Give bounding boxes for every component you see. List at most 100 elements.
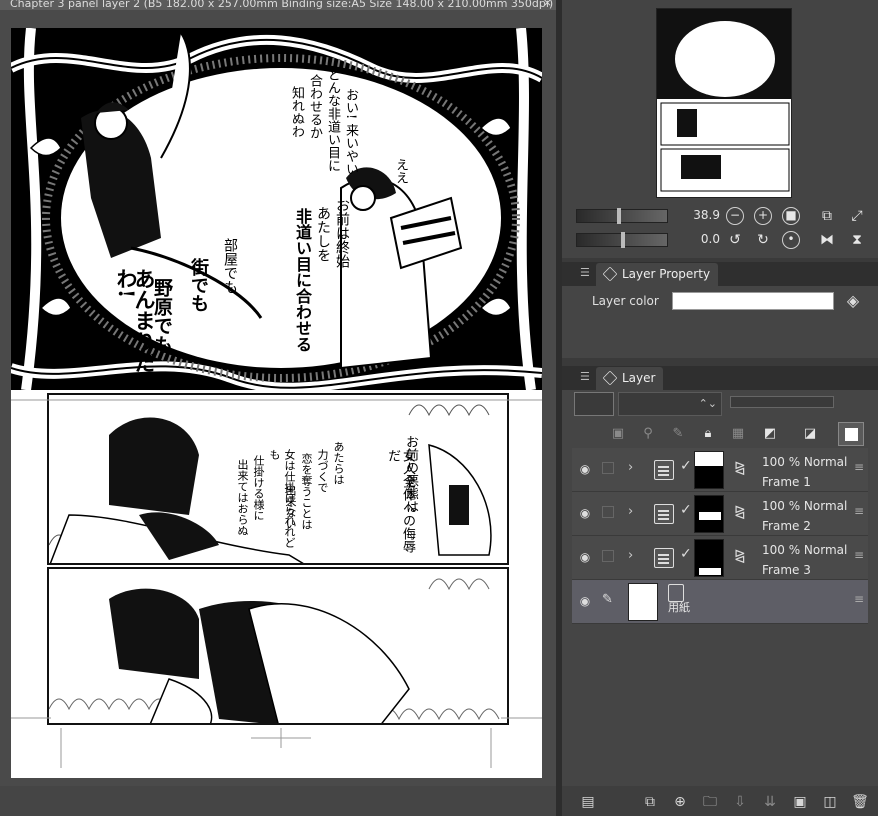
eye-icon[interactable]: ◉	[576, 594, 594, 608]
tab-layer-property[interactable]: Layer Property	[596, 263, 719, 286]
eye-icon[interactable]: ◉	[576, 462, 594, 476]
rotate-left-icon[interactable]: ↺	[726, 231, 744, 249]
new-raster-layer-icon[interactable]: ⧉	[640, 792, 660, 812]
draft-layer-icon[interactable]: ✎	[668, 424, 688, 444]
zoom-out-icon[interactable]: −	[726, 207, 744, 225]
zoom-row: 38.9 − + ■ ⧉ ⤢	[576, 206, 876, 226]
drag-handle-icon[interactable]: ≡	[854, 504, 864, 518]
flip-vertical-icon[interactable]: ⧗	[848, 231, 866, 249]
trim-marks	[11, 399, 542, 768]
menu-grip-icon[interactable]: ☰	[580, 266, 590, 279]
color-fill-icon[interactable]: ◈	[844, 292, 862, 310]
lock-toggle[interactable]	[602, 550, 614, 562]
layer-color-label: Layer color	[592, 294, 659, 308]
layer-thumbnail	[694, 539, 724, 577]
document-title: Chapter 3 panel layer 2 (B5 182.00 x 257…	[10, 0, 554, 10]
layer-row-frame-1[interactable]: ◉ › ✓ ⧎ 100 % Normal Frame 1 ≡	[572, 448, 868, 492]
manga-page[interactable]: ええ お前は終始 あたしを 非道い目に合わせる おい! 来いやい どんな非道い目…	[11, 28, 542, 778]
zoom-slider[interactable]	[576, 208, 668, 224]
tab-layer[interactable]: Layer	[596, 367, 664, 390]
layer-info: 100 % Normal Frame 2	[762, 496, 847, 536]
chevron-right-icon[interactable]: ›	[628, 548, 633, 563]
layer-name: Frame 1	[762, 475, 811, 489]
transfer-down-icon[interactable]: ⇩	[730, 792, 750, 812]
fit-icon[interactable]: ■	[782, 207, 800, 225]
trash-icon[interactable]: 🗑︎	[850, 792, 870, 812]
rotate-value[interactable]: 0.0	[676, 232, 720, 246]
new-vector-layer-icon[interactable]: ⊕	[670, 792, 690, 812]
mask-enable-icon[interactable]: ◩	[760, 424, 780, 444]
layer-color-swatch[interactable]	[672, 292, 834, 310]
opacity-slider[interactable]	[730, 396, 834, 408]
menu-grip-icon[interactable]: ☰	[580, 370, 590, 383]
navigator-preview[interactable]	[656, 8, 792, 198]
expression-color-box[interactable]	[574, 392, 614, 416]
reference-layer-icon[interactable]: ⚲	[638, 424, 658, 444]
layer-panel-header: ☰ Layer	[562, 366, 878, 390]
zoom-in-icon[interactable]: +	[754, 207, 772, 225]
eye-icon[interactable]: ◉	[576, 506, 594, 520]
layers-icon	[602, 266, 618, 282]
reset-rotation-icon[interactable]: •	[782, 231, 800, 249]
mask-icon: ⧎	[734, 504, 746, 520]
layer-opacity-mode: 100 % Normal	[762, 543, 848, 557]
eye-icon[interactable]: ◉	[576, 550, 594, 564]
new-folder-icon[interactable]: 🗀︎	[700, 792, 720, 812]
layer-panel: ☰ Layer ⌃⌄ ▣ ⚲ ✎ 🔒︎ ▦ ◩ ◪ ◉ › ✓ ⧎ 100 % …	[562, 366, 878, 816]
lock-toggle[interactable]	[602, 462, 614, 474]
lock-icon[interactable]: 🔒︎	[698, 424, 718, 444]
layer-row-paper[interactable]: ◉ ✎ 用紙 ≡	[572, 580, 868, 624]
layer-list: ◉ › ✓ ⧎ 100 % Normal Frame 1 ≡ ◉ › ✓ ⧎ 1…	[562, 448, 878, 624]
layer-row-frame-3[interactable]: ◉ › ✓ ⧎ 100 % Normal Frame 3 ≡	[572, 536, 868, 580]
layer-color-toggle[interactable]	[838, 422, 864, 446]
fit-width-icon[interactable]: ⤢	[848, 207, 866, 225]
drag-handle-icon[interactable]: ≡	[854, 548, 864, 562]
document-tab[interactable]: Chapter 3 panel layer 2 (B5 182.00 x 257…	[0, 0, 556, 10]
tab-label: Layer	[622, 371, 656, 385]
paper-thumbnail	[628, 583, 658, 621]
zoom-value[interactable]: 38.9	[676, 208, 720, 222]
check-icon[interactable]: ✓	[680, 546, 692, 562]
flip-horizontal-icon[interactable]: ⧓	[818, 231, 836, 249]
canvas-area[interactable]: Chapter 3 panel layer 2 (B5 182.00 x 257…	[0, 0, 556, 816]
layer-name: 用紙	[668, 601, 690, 614]
navigator-panel: 38.9 − + ■ ⧉ ⤢ 0.0 ↺ ↻ • ⧓ ⧗	[562, 0, 878, 258]
lock-transparent-icon[interactable]: ▦	[728, 424, 748, 444]
mask-icon: ⧎	[734, 548, 746, 564]
create-mask-icon[interactable]: ▣	[790, 792, 810, 812]
layer-opacity-mode: 100 % Normal	[762, 455, 848, 469]
close-icon[interactable]: ×	[543, 0, 552, 9]
rotate-row: 0.0 ↺ ↻ • ⧓ ⧗	[576, 230, 876, 250]
chevron-right-icon[interactable]: ›	[628, 460, 633, 475]
check-icon[interactable]: ✓	[680, 458, 692, 474]
fit-screen-icon[interactable]: ⧉	[818, 207, 836, 225]
layer-property-header: ☰ Layer Property	[562, 262, 878, 286]
layer-row-frame-2[interactable]: ◉ › ✓ ⧎ 100 % Normal Frame 2 ≡	[572, 492, 868, 536]
rotate-slider[interactable]	[576, 232, 668, 248]
pencil-icon: ✎	[602, 592, 613, 607]
layer-panel-menu-icon[interactable]: ▤	[578, 792, 598, 812]
combine-down-icon[interactable]: ⇊	[760, 792, 780, 812]
layer-name: Frame 3	[762, 563, 811, 577]
layers-icon	[602, 370, 618, 386]
apply-mask-icon[interactable]: ◫	[820, 792, 840, 812]
tab-label: Layer Property	[622, 267, 711, 281]
drag-handle-icon[interactable]: ≡	[854, 592, 864, 606]
rotate-right-icon[interactable]: ↻	[754, 231, 772, 249]
lock-toggle[interactable]	[602, 506, 614, 518]
layer-info: 100 % Normal Frame 3	[762, 540, 847, 580]
layer-bottom-toolbar: ▤ ⧉ ⊕ 🗀︎ ⇩ ⇊ ▣ ◫ 🗑︎	[562, 786, 878, 816]
check-icon[interactable]: ✓	[680, 502, 692, 518]
clip-studio-window: Chapter 3 panel layer 2 (B5 182.00 x 257…	[0, 0, 878, 816]
right-panels: 38.9 − + ■ ⧉ ⤢ 0.0 ↺ ↻ • ⧓ ⧗ ☰ Layer Pro…	[562, 0, 878, 816]
chevron-right-icon[interactable]: ›	[628, 504, 633, 519]
clip-lower-layer-icon[interactable]: ▣	[608, 424, 628, 444]
layer-property-body: Layer color ◈	[562, 286, 878, 358]
frame-folder-icon	[654, 548, 674, 568]
layer-options-toolbar: ▣ ⚲ ✎ 🔒︎ ▦ ◩ ◪	[562, 420, 878, 450]
ruler-display-icon[interactable]: ◪	[800, 424, 820, 444]
drag-handle-icon[interactable]: ≡	[854, 460, 864, 474]
layer-info: 用紙	[668, 600, 690, 616]
blend-mode-dropdown[interactable]: ⌃⌄	[618, 392, 722, 416]
layer-info: 100 % Normal Frame 1	[762, 452, 847, 492]
